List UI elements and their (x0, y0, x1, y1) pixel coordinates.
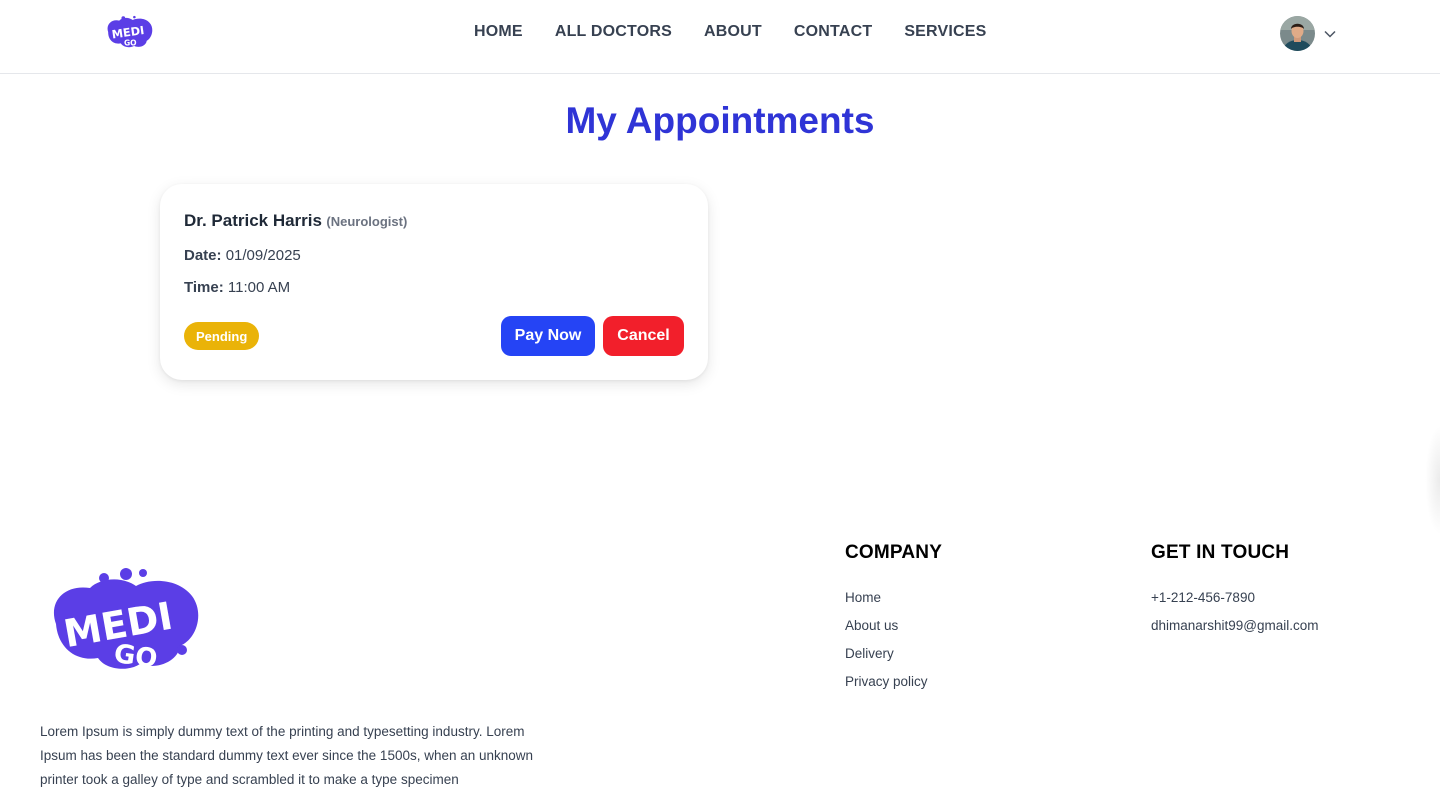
nav-home[interactable]: HOME (474, 23, 523, 45)
doctor-name: Dr. Patrick Harris (184, 211, 322, 230)
contact-heading: GET IN TOUCH (1151, 542, 1290, 563)
cancel-button[interactable]: Cancel (603, 316, 684, 356)
contact-list: +1-212-456-7890 dhimanarshit99@gmail.com (1151, 584, 1319, 640)
time-value: 11:00 AM (227, 279, 291, 296)
nav-all-doctors[interactable]: ALL DOCTORS (555, 23, 672, 45)
footer-logo: MEDI GO (48, 568, 200, 675)
footer-link-delivery[interactable]: Delivery (845, 640, 928, 668)
date-value: 01/09/2025 (225, 247, 301, 264)
appointment-time: Time: 11:00 AM (184, 279, 290, 296)
page-title: My Appointments (565, 100, 875, 141)
nav-contact[interactable]: CONTACT (794, 23, 872, 45)
doctor-heading: Dr. Patrick Harris (Neurologist) (184, 211, 407, 231)
time-label: Time: (184, 279, 224, 296)
footer-link-about[interactable]: About us (845, 612, 928, 640)
nav-services[interactable]: SERVICES (904, 23, 986, 45)
profile-menu[interactable] (1280, 16, 1337, 51)
company-heading: COMPANY (845, 542, 943, 563)
svg-text:GO: GO (124, 38, 137, 47)
footer-description: Lorem Ipsum is simply dummy text of the … (40, 724, 534, 787)
footer-link-home[interactable]: Home (845, 584, 928, 612)
doctor-specialty: (Neurologist) (326, 214, 408, 229)
top-navbar: MEDI GO HOME ALL DOCTORS ABOUT CONTACT S… (0, 0, 1440, 74)
company-links: Home About us Delivery Privacy policy (845, 584, 928, 696)
chevron-down-icon[interactable] (1323, 27, 1337, 41)
pay-now-button[interactable]: Pay Now (501, 316, 595, 356)
nav-about[interactable]: ABOUT (704, 23, 762, 45)
appointment-date: Date: 01/09/2025 (184, 247, 301, 264)
footer-link-privacy[interactable]: Privacy policy (845, 668, 928, 696)
status-badge: Pending (184, 322, 260, 350)
contact-phone: +1-212-456-7890 (1151, 590, 1255, 605)
contact-email: dhimanarshit99@gmail.com (1151, 618, 1319, 633)
svg-text:GO: GO (112, 639, 159, 672)
brand-logo[interactable]: MEDI GO (105, 15, 153, 49)
user-avatar[interactable] (1280, 16, 1315, 51)
edge-shadow (1425, 425, 1440, 535)
date-label: Date: (184, 247, 222, 264)
appointment-card: Dr. Patrick Harris (Neurologist) Date: 0… (160, 184, 708, 380)
main-nav: HOME ALL DOCTORS ABOUT CONTACT SERVICES (474, 23, 987, 45)
